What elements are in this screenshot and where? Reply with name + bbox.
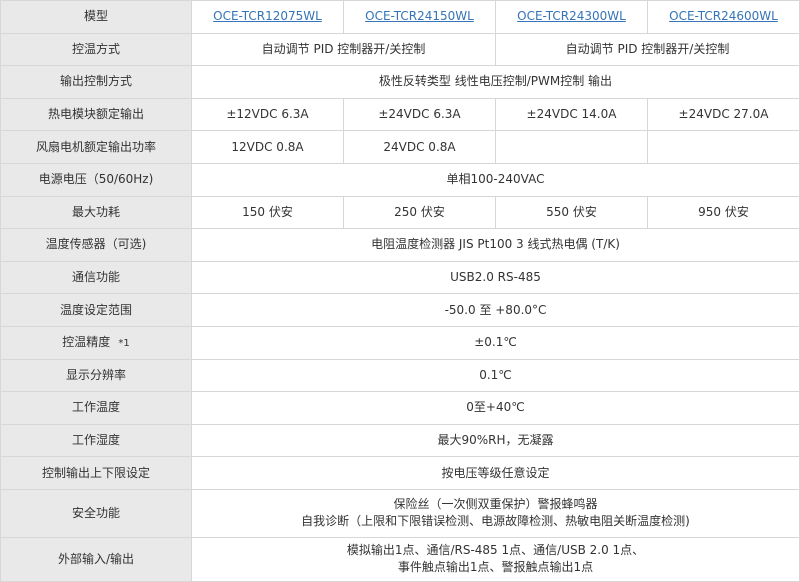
value-cell: 150 伏安	[191, 195, 344, 230]
row-label: 安全功能	[0, 488, 192, 538]
row-label: 显示分辨率	[0, 358, 192, 393]
value-cell: 单相100-240VAC	[191, 162, 800, 197]
row-output-limits: 控制输出上下限设定 按电压等级任意设定	[0, 456, 800, 490]
row-label: 模型	[0, 0, 192, 34]
row-safety: 安全功能 保险丝（一次侧双重保护）警报蜂鸣器 自我诊断（上限和下限错误检测、电源…	[0, 488, 800, 538]
value-cell: 电阻温度检测器 JIS Pt100 3 线式热电偶 (T/K)	[191, 228, 800, 262]
row-label: 风扇电机额定输出功率	[0, 130, 192, 164]
value-cell: -50.0 至 +80.0°C	[191, 293, 800, 327]
row-operating-humidity: 工作湿度 最大90%RH，无凝露	[0, 423, 800, 458]
row-label: 控制输出上下限设定	[0, 456, 192, 490]
row-label: 温度设定范围	[0, 293, 192, 327]
value-cell: 550 伏安	[495, 195, 648, 230]
accuracy-label-text: 控温精度	[62, 334, 111, 349]
model-cell: OCE-TCR24300WL	[495, 0, 648, 34]
value-cell: 自动调节 PID 控制器开/关控制	[191, 32, 496, 67]
row-resolution: 显示分辨率 0.1℃	[0, 358, 800, 393]
spec-table: 模型 OCE-TCR12075WL OCE-TCR24150WL OCE-TCR…	[0, 0, 800, 582]
value-cell: 0.1℃	[191, 358, 800, 393]
row-label: 通信功能	[0, 260, 192, 295]
external-io-line: 事件触点输出1点、警报触点输出1点	[397, 560, 594, 575]
row-power-voltage: 电源电压（50/60Hz) 单相100-240VAC	[0, 162, 800, 197]
row-thermo-output: 热电模块额定输出 ±12VDC 6.3A ±24VDC 6.3A ±24VDC …	[0, 97, 800, 132]
value-cell: 最大90%RH，无凝露	[191, 423, 800, 458]
row-label: 热电模块额定输出	[0, 97, 192, 132]
row-label: 控温方式	[0, 32, 192, 67]
row-control-method: 控温方式 自动调节 PID 控制器开/关控制 自动调节 PID 控制器开/关控制	[0, 32, 800, 67]
value-cell: ±12VDC 6.3A	[191, 97, 344, 132]
value-cell: 自动调节 PID 控制器开/关控制	[495, 32, 800, 67]
model-link-tcr24600wl[interactable]: OCE-TCR24600WL	[669, 9, 778, 23]
value-cell: 模拟输出1点、通信/RS-485 1点、通信/USB 2.0 1点、 事件触点输…	[191, 536, 800, 582]
value-cell: USB2.0 RS-485	[191, 260, 800, 295]
model-link-tcr24300wl[interactable]: OCE-TCR24300WL	[517, 9, 626, 23]
footnote-marker: *1	[118, 337, 130, 349]
value-cell: 极性反转类型 线性电压控制/PWM控制 输出	[191, 65, 800, 99]
row-sensor: 温度传感器（可选) 电阻温度检测器 JIS Pt100 3 线式热电偶 (T/K…	[0, 228, 800, 262]
model-link-tcr24150wl[interactable]: OCE-TCR24150WL	[365, 9, 474, 23]
row-label: 电源电压（50/60Hz)	[0, 162, 192, 197]
value-cell: ±0.1℃	[191, 325, 800, 360]
external-io-line: 模拟输出1点、通信/RS-485 1点、通信/USB 2.0 1点、	[346, 543, 645, 558]
safety-line: 保险丝（一次侧双重保护）警报蜂鸣器	[393, 497, 598, 512]
model-cell: OCE-TCR24150WL	[343, 0, 496, 34]
model-cell: OCE-TCR12075WL	[191, 0, 344, 34]
row-label: 最大功耗	[0, 195, 192, 230]
row-label: 工作温度	[0, 391, 192, 425]
row-external-io: 外部输入/输出 模拟输出1点、通信/RS-485 1点、通信/USB 2.0 1…	[0, 536, 800, 582]
safety-line: 自我诊断（上限和下限错误检测、电源故障检测、热敏电阻关断温度检测)	[301, 514, 690, 529]
row-label: 控温精度 *1	[0, 325, 192, 360]
row-communication: 通信功能 USB2.0 RS-485	[0, 260, 800, 295]
row-fan-output: 风扇电机额定输出功率 12VDC 0.8A 24VDC 0.8A	[0, 130, 800, 164]
row-temp-range: 温度设定范围 -50.0 至 +80.0°C	[0, 293, 800, 327]
value-cell: 24VDC 0.8A	[343, 130, 496, 164]
value-cell: 保险丝（一次侧双重保护）警报蜂鸣器 自我诊断（上限和下限错误检测、电源故障检测、…	[191, 488, 800, 538]
value-cell: ±24VDC 27.0A	[647, 97, 800, 132]
value-cell: ±24VDC 6.3A	[343, 97, 496, 132]
value-cell: 0至+40℃	[191, 391, 800, 425]
row-label: 温度传感器（可选)	[0, 228, 192, 262]
value-cell	[647, 130, 800, 164]
row-operating-temp: 工作温度 0至+40℃	[0, 391, 800, 425]
value-cell: ±24VDC 14.0A	[495, 97, 648, 132]
value-cell: 950 伏安	[647, 195, 800, 230]
row-model: 模型 OCE-TCR12075WL OCE-TCR24150WL OCE-TCR…	[0, 0, 800, 34]
value-cell: 12VDC 0.8A	[191, 130, 344, 164]
value-cell	[495, 130, 648, 164]
model-link-tcr12075wl[interactable]: OCE-TCR12075WL	[213, 9, 322, 23]
row-label: 工作湿度	[0, 423, 192, 458]
value-cell: 按电压等级任意设定	[191, 456, 800, 490]
value-cell: 250 伏安	[343, 195, 496, 230]
row-label: 输出控制方式	[0, 65, 192, 99]
row-output-control: 输出控制方式 极性反转类型 线性电压控制/PWM控制 输出	[0, 65, 800, 99]
row-max-power: 最大功耗 150 伏安 250 伏安 550 伏安 950 伏安	[0, 195, 800, 230]
row-label: 外部输入/输出	[0, 536, 192, 582]
model-cell: OCE-TCR24600WL	[647, 0, 800, 34]
row-accuracy: 控温精度 *1 ±0.1℃	[0, 325, 800, 360]
